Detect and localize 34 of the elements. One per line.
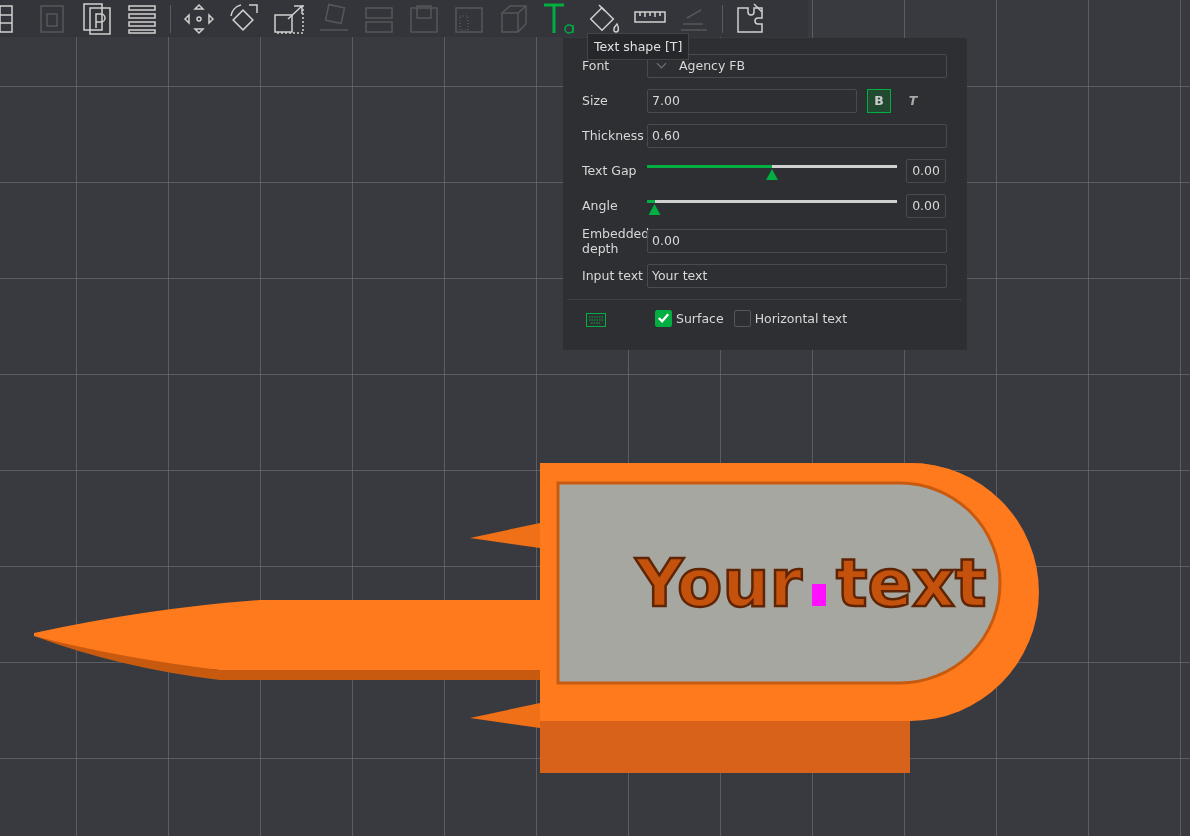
field-label: Angle xyxy=(582,198,619,213)
field-label: Font xyxy=(582,58,611,73)
embossed-text: text xyxy=(836,545,987,622)
checkbox-label: Surface xyxy=(676,310,724,326)
checkbox[interactable] xyxy=(733,309,751,327)
keyboard-icon[interactable] xyxy=(586,313,606,327)
tooltip: Text shape [T] xyxy=(587,33,690,60)
input-field[interactable]: 0.00 xyxy=(647,228,947,253)
input-field[interactable]: 7.00 xyxy=(647,88,857,113)
text-cursor xyxy=(812,584,826,606)
value-field[interactable]: 0.00 xyxy=(906,158,946,183)
italic-button[interactable]: T xyxy=(901,88,925,113)
3d-model-drawing[interactable] xyxy=(34,463,1039,773)
input-field[interactable]: 0.60 xyxy=(647,123,947,148)
move-icon[interactable] xyxy=(182,1,216,36)
field-label: Input text xyxy=(582,268,644,283)
field-label: Text Gap xyxy=(582,163,638,178)
embossed-text: Your xyxy=(635,545,802,622)
slider-thumb[interactable] xyxy=(648,204,661,215)
value-field[interactable]: 0.00 xyxy=(906,193,946,218)
checkbox-label: Horizontal text xyxy=(754,310,848,326)
field-label: Size xyxy=(582,93,609,108)
input-field[interactable]: Your text xyxy=(647,263,947,288)
text-icon[interactable] xyxy=(542,1,576,36)
slider[interactable] xyxy=(647,200,897,216)
bold-button[interactable]: B xyxy=(867,88,891,113)
slider-thumb[interactable] xyxy=(766,169,778,180)
field-label: Embedded depth xyxy=(582,225,647,256)
slider[interactable] xyxy=(647,165,897,181)
font-value: Agency FB xyxy=(679,58,746,73)
page-icon[interactable] xyxy=(80,1,114,36)
field-label: Thickness xyxy=(582,128,645,143)
checkbox[interactable] xyxy=(655,309,672,327)
paint-bucket-icon[interactable] xyxy=(587,1,621,36)
